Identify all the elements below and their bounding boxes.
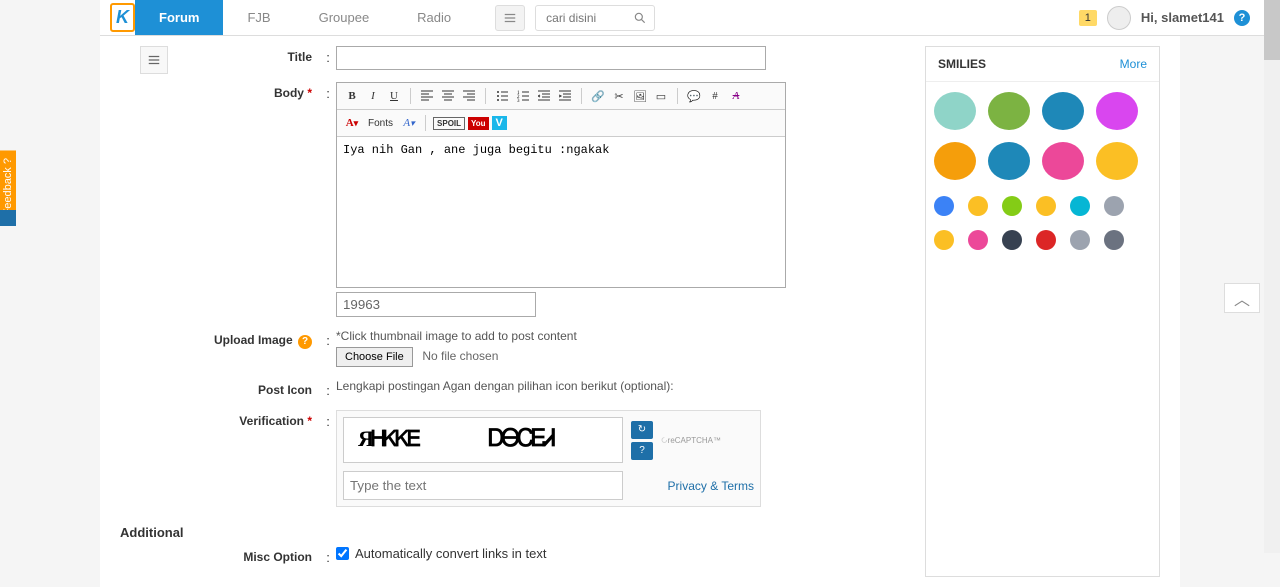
scroll-top-button[interactable]: ︿ (1224, 283, 1260, 313)
smilies-panel: SMILIES More (925, 46, 1160, 577)
image-button[interactable]: 🖼 (631, 87, 649, 105)
unlink-button[interactable]: ✂ (610, 87, 628, 105)
bold-button[interactable]: B (343, 87, 361, 105)
file-status: No file chosen (422, 349, 498, 363)
smiley-small-1[interactable] (968, 196, 988, 216)
captcha-image: ЯᎻᏦᏦᎬ ᎠᎾᏟᎬᏗ (343, 417, 623, 463)
smiley-big-3[interactable] (1096, 92, 1138, 130)
align-right-button[interactable] (460, 87, 478, 105)
upload-hint: *Click thumbnail image to add to post co… (336, 329, 905, 343)
body-label: Body * (120, 82, 320, 100)
user-greeting[interactable]: Hi, slamet141 (1141, 10, 1224, 25)
upload-help-icon[interactable]: ? (298, 335, 312, 349)
smiley-small-8[interactable] (1002, 230, 1022, 250)
smiley-big-4[interactable] (934, 142, 976, 180)
autolink-label: Automatically convert links in text (355, 546, 546, 561)
italic-button[interactable]: I (364, 87, 382, 105)
notification-badge[interactable]: 1 (1079, 10, 1097, 26)
captcha-audio-button[interactable]: ? (631, 442, 653, 460)
smiley-big-5[interactable] (988, 142, 1030, 180)
captcha-input[interactable] (343, 471, 623, 500)
nav-groupee[interactable]: Groupee (295, 0, 394, 35)
hash-button[interactable]: # (706, 87, 724, 105)
logo[interactable]: K (110, 3, 135, 32)
outdent-button[interactable] (535, 87, 553, 105)
title-input[interactable] (336, 46, 766, 70)
help-icon[interactable]: ? (1234, 10, 1250, 26)
captcha-widget: ЯᎻᏦᏦᎬ ᎠᎾᏟᎬᏗ ↻ ? reCAPTCHA™ (336, 410, 761, 507)
smiley-small-7[interactable] (968, 230, 988, 250)
page-scrollbar[interactable] (1264, 0, 1280, 553)
editor-toolbar: B I U 123 🔗 ✂ (337, 83, 785, 110)
strike-button[interactable]: A (727, 87, 745, 105)
svg-text:3: 3 (517, 99, 520, 102)
quote-block-button[interactable]: ▭ (652, 87, 670, 105)
additional-header: Additional (120, 519, 905, 546)
list-ol-button[interactable]: 123 (514, 87, 532, 105)
font-size-button[interactable]: A▾ (400, 114, 418, 132)
nav-radio[interactable]: Radio (393, 0, 475, 35)
svg-text:ЯᎻᏦᏦᎬ: ЯᎻᏦᏦᎬ (358, 426, 421, 451)
smiley-small-5[interactable] (1104, 196, 1124, 216)
body-textarea[interactable]: Iya nih Gan , ane juga begitu :ngakak (337, 137, 785, 287)
smiley-big-6[interactable] (1042, 142, 1084, 180)
smiley-small-10[interactable] (1070, 230, 1090, 250)
smiley-big-7[interactable] (1096, 142, 1138, 180)
nav-fjb[interactable]: FJB (223, 0, 294, 35)
editor: B I U 123 🔗 ✂ (336, 82, 786, 288)
align-left-button[interactable] (418, 87, 436, 105)
nav-forum[interactable]: Forum (135, 0, 223, 35)
captcha-word-2: ᎠᎾᏟᎬᏗ (488, 422, 608, 458)
search-button[interactable] (626, 11, 654, 25)
indent-button[interactable] (556, 87, 574, 105)
choose-file-button[interactable]: Choose File (336, 347, 413, 367)
smiley-small-4[interactable] (1070, 196, 1090, 216)
smiley-small-3[interactable] (1036, 196, 1056, 216)
smiley-small-11[interactable] (1104, 230, 1124, 250)
smiley-small-0[interactable] (934, 196, 954, 216)
captcha-privacy-link[interactable]: Privacy & Terms (668, 479, 754, 493)
sidebar-toggle[interactable] (140, 46, 168, 74)
quote-button[interactable]: 💬 (685, 87, 703, 105)
topbar: K Forum FJB Groupee Radio 1 Hi, slamet14… (100, 0, 1280, 36)
verification-label: Verification * (120, 410, 320, 428)
spoiler-button[interactable]: SPOIL (433, 117, 465, 130)
search-box (535, 5, 655, 31)
smiley-small-2[interactable] (1002, 196, 1022, 216)
search-input[interactable] (536, 7, 626, 29)
recaptcha-logo: reCAPTCHA™ (661, 420, 721, 460)
posticon-hint: Lengkapi postingan Agan dengan pilihan i… (336, 379, 905, 393)
misc-label: Misc Option (120, 546, 320, 564)
smiley-big-2[interactable] (1042, 92, 1084, 130)
smiley-small-9[interactable] (1036, 230, 1056, 250)
upload-label: Upload Image ? (120, 329, 320, 349)
topbar-right: 1 Hi, slamet141 ? (1079, 6, 1250, 30)
underline-button[interactable]: U (385, 87, 403, 105)
vimeo-button[interactable]: V (492, 116, 507, 130)
menu-toggle[interactable] (495, 5, 525, 31)
align-center-button[interactable] (439, 87, 457, 105)
fonts-dropdown[interactable]: Fonts (364, 118, 397, 129)
char-counter[interactable] (336, 292, 536, 317)
smiley-big-1[interactable] (988, 92, 1030, 130)
font-color-button[interactable]: A▾ (343, 114, 361, 132)
smilies-title: SMILIES (938, 57, 986, 71)
svg-text:ᎠᎾᏟᎬᏗ: ᎠᎾᏟᎬᏗ (488, 426, 555, 452)
main-nav: Forum FJB Groupee Radio (135, 0, 475, 35)
posticon-label: Post Icon (120, 379, 320, 397)
captcha-word-1: ЯᎻᏦᏦᎬ (358, 422, 478, 458)
link-button[interactable]: 🔗 (589, 87, 607, 105)
smiley-big-0[interactable] (934, 92, 976, 130)
avatar[interactable] (1107, 6, 1131, 30)
smilies-more-link[interactable]: More (1120, 57, 1147, 71)
captcha-refresh-button[interactable]: ↻ (631, 421, 653, 439)
list-ul-button[interactable] (493, 87, 511, 105)
smiley-small-6[interactable] (934, 230, 954, 250)
youtube-button[interactable]: You (468, 117, 489, 130)
autolink-checkbox[interactable] (336, 547, 349, 560)
feedback-icon[interactable] (0, 210, 16, 226)
editor-toolbar2: A▾ Fonts A▾ SPOIL You V (337, 110, 785, 137)
